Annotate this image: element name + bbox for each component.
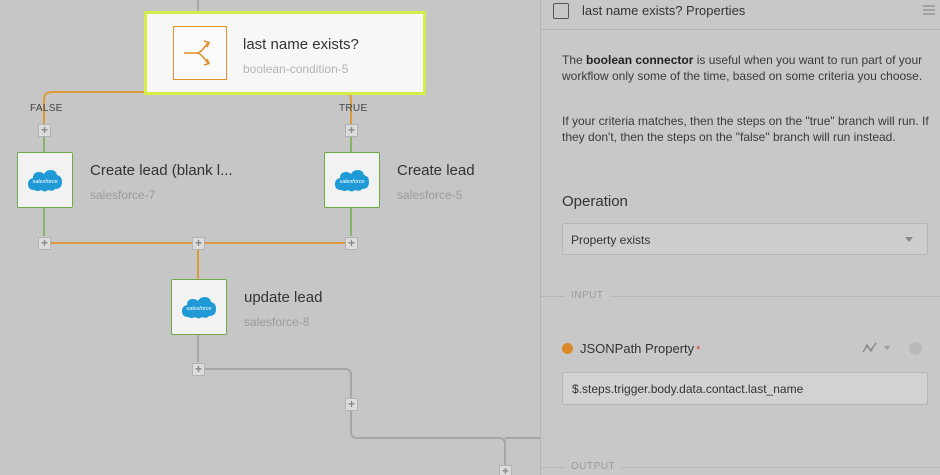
salesforce-logo-text: salesforce <box>339 179 364 185</box>
salesforce-logo-text: salesforce <box>32 179 57 185</box>
false-branch-label: FALSE <box>30 103 63 114</box>
chevron-down-icon <box>905 237 913 242</box>
description-paragraph-2: If your criteria matches, then the steps… <box>562 114 929 144</box>
input-section-label: INPUT <box>565 290 610 301</box>
salesforce-icon: salesforce <box>17 152 73 208</box>
node-subtitle: salesforce-8 <box>244 315 310 329</box>
formula-icon[interactable] <box>862 341 878 355</box>
properties-icon <box>553 3 569 19</box>
add-step-button[interactable]: + <box>345 237 358 250</box>
connector-name: boolean connector <box>586 53 694 67</box>
add-step-button[interactable]: + <box>345 124 358 137</box>
node-title: last name exists? <box>243 36 359 53</box>
salesforce-logo-text: salesforce <box>186 306 211 312</box>
operation-value: Property exists <box>571 233 651 247</box>
add-step-button[interactable]: + <box>38 124 51 137</box>
jsonpath-property-input[interactable]: $.steps.trigger.body.data.contact.last_n… <box>562 372 928 405</box>
hamburger-menu-icon[interactable] <box>923 5 935 15</box>
node-subtitle: boolean-condition-5 <box>243 62 349 76</box>
add-step-button[interactable]: + <box>499 465 512 475</box>
properties-panel: last name exists? Properties The boolean… <box>540 0 940 475</box>
workflow-canvas[interactable]: last name exists? boolean-condition-5 FA… <box>0 0 540 475</box>
node-title: Create lead (blank l... <box>90 162 233 179</box>
status-circle-icon[interactable] <box>909 342 922 355</box>
property-tools <box>862 341 922 357</box>
property-label: JSONPath Property * <box>580 341 701 356</box>
node-title: update lead <box>244 289 323 306</box>
panel-header: last name exists? Properties <box>541 0 940 30</box>
salesforce-icon: salesforce <box>324 152 380 208</box>
required-status-dot <box>562 343 573 354</box>
add-step-button[interactable]: + <box>192 237 205 250</box>
jsonpath-value: $.steps.trigger.body.data.contact.last_n… <box>572 382 804 396</box>
operation-label: Operation <box>562 193 628 210</box>
required-asterisk: * <box>696 344 701 356</box>
operation-select[interactable]: Property exists <box>562 223 928 255</box>
panel-title: last name exists? Properties <box>582 3 746 18</box>
node-subtitle: salesforce-7 <box>90 188 156 202</box>
branch-icon <box>173 26 227 80</box>
output-section-label: OUTPUT <box>565 461 622 472</box>
description-paragraph: The boolean connector is useful when you… <box>562 53 923 83</box>
add-step-button[interactable]: + <box>345 398 358 411</box>
add-step-button[interactable]: + <box>38 237 51 250</box>
node-subtitle: salesforce-5 <box>397 188 463 202</box>
add-step-button[interactable]: + <box>192 363 205 376</box>
node-title: Create lead <box>397 162 475 179</box>
boolean-condition-node[interactable]: last name exists? boolean-condition-5 <box>144 11 426 95</box>
true-branch-label: TRUE <box>339 103 368 114</box>
salesforce-icon: salesforce <box>171 279 227 335</box>
chevron-down-icon[interactable] <box>884 346 890 350</box>
